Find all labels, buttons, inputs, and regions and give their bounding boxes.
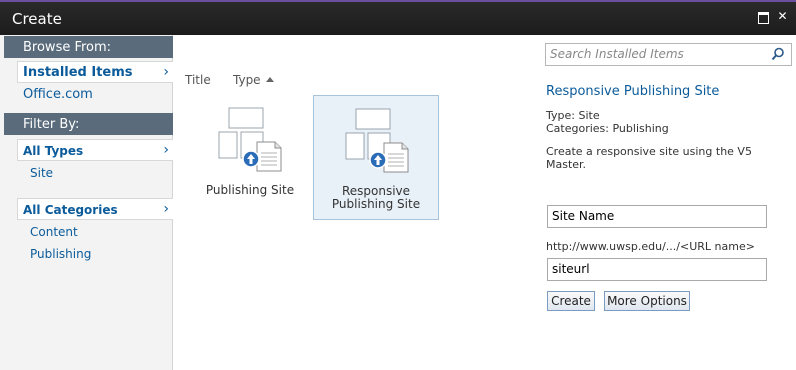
close-icon[interactable]: ✕ <box>776 10 789 23</box>
sort-ascending-icon <box>265 77 274 82</box>
create-button[interactable]: Create <box>547 291 595 311</box>
search-icon[interactable] <box>771 47 785 61</box>
tile-label: Publishing Site <box>205 183 295 197</box>
chevron-right-icon: › <box>163 142 169 158</box>
filter-all-types[interactable]: All Types › <box>17 139 173 161</box>
details-title: Responsive Publishing Site <box>546 84 720 99</box>
column-header-label: Type <box>233 73 261 87</box>
responsive-publishing-site-icon <box>345 108 409 173</box>
filter-label: All Categories <box>23 203 118 217</box>
site-name-field[interactable]: Site Name <box>547 205 767 228</box>
filter-label: All Types <box>23 144 84 158</box>
details-type: Type: Site <box>546 109 600 122</box>
filter-by-header: Filter By: <box>4 113 173 135</box>
sidebar-item-label: Installed Items <box>23 65 133 80</box>
tile-label: Responsive Publishing Site <box>331 184 421 211</box>
sidebar-item-office-com[interactable]: Office.com <box>23 87 93 102</box>
url-hint: http://www.uwsp.edu/.../<URL name> <box>546 240 755 253</box>
template-tile-publishing-site[interactable]: Publishing Site <box>187 95 313 220</box>
search-placeholder: Search Installed Items <box>550 47 684 61</box>
filter-category-publishing[interactable]: Publishing <box>30 247 91 261</box>
search-input[interactable]: Search Installed Items <box>545 43 792 66</box>
details-description: Create a responsive site using the V5 Ma… <box>546 145 752 171</box>
filter-all-categories[interactable]: All Categories › <box>17 198 173 220</box>
template-tile-responsive-publishing-site[interactable]: Responsive Publishing Site <box>313 95 439 220</box>
chevron-right-icon: › <box>163 64 169 80</box>
publishing-site-icon <box>218 107 282 172</box>
chevron-right-icon: › <box>163 201 169 217</box>
filter-category-content[interactable]: Content <box>30 225 78 239</box>
filter-type-site[interactable]: Site <box>30 166 53 180</box>
sidebar-item-installed-items[interactable]: Installed Items › <box>17 61 173 83</box>
sidebar: Browse From: Installed Items › Office.co… <box>0 35 173 370</box>
site-url-field[interactable]: siteurl <box>547 258 767 281</box>
dialog-titlebar: Create ✕ <box>0 0 796 35</box>
dialog-title: Create <box>12 10 62 28</box>
column-header-type[interactable]: Type <box>233 73 274 87</box>
maximize-icon[interactable] <box>756 10 769 24</box>
column-header-title[interactable]: Title <box>185 73 211 87</box>
more-options-button[interactable]: More Options <box>604 291 690 311</box>
details-categories: Categories: Publishing <box>546 122 669 135</box>
browse-from-header: Browse From: <box>4 36 173 58</box>
